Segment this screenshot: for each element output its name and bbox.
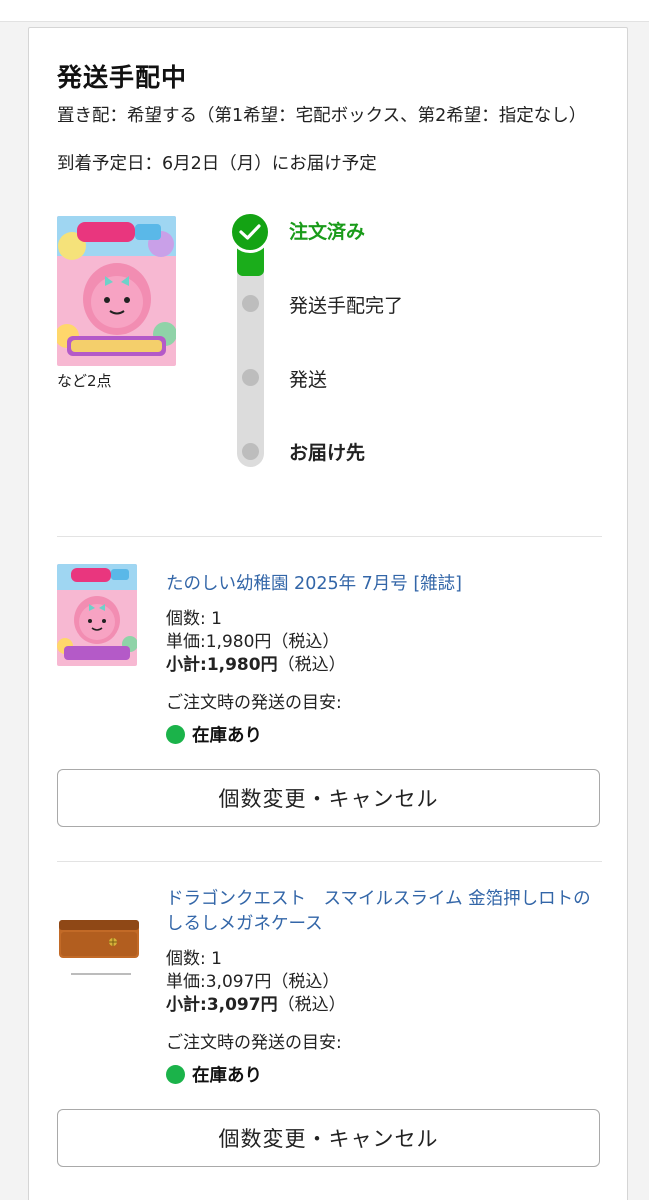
stock-status: 在庫あり <box>166 722 262 747</box>
step-dot-shipping-arranged <box>242 295 259 312</box>
divider <box>57 861 602 862</box>
item-unit-price: 単価:1,980円（税込） <box>166 632 340 652</box>
item-unit-price: 単価:3,097円（税込） <box>166 972 340 992</box>
check-icon <box>229 211 271 253</box>
okihai-info: 置き配：希望する（第1希望：宅配ボックス、第2希望：指定なし） <box>57 106 587 126</box>
order-card: 発送手配中 置き配：希望する（第1希望：宅配ボックス、第2希望：指定なし） 到着… <box>28 27 628 1200</box>
arrival-date: 到着予定日：6月2日（月）にお届け予定 <box>57 154 377 174</box>
item-subtotal: 小計:1,980円（税込） <box>166 655 346 675</box>
step-shipping-arranged: 発送手配完了 <box>289 295 404 317</box>
step-dot-delivered <box>242 443 259 460</box>
shipping-estimate-label: ご注文時の発送の目安: <box>166 693 342 713</box>
summary-product-image[interactable] <box>57 216 176 366</box>
change-qty-cancel-button[interactable]: 個数変更・キャンセル <box>57 769 600 827</box>
product-image-magazine[interactable] <box>57 564 137 666</box>
step-shipped: 発送 <box>289 369 328 391</box>
step-dot-shipped <box>242 369 259 386</box>
shipping-estimate-label: ご注文時の発送の目安: <box>166 1033 342 1053</box>
change-qty-cancel-button[interactable]: 個数変更・キャンセル <box>57 1109 600 1167</box>
product-image-glasses-case[interactable] <box>57 914 141 1004</box>
stock-status: 在庫あり <box>166 1062 262 1087</box>
step-ordered: 注文済み <box>289 221 366 243</box>
progress-track <box>237 229 264 467</box>
divider <box>57 536 602 537</box>
item-quantity: 個数: 1 <box>166 609 222 629</box>
product-name-link[interactable]: たのしい幼稚園 2025年 7月号 [雑誌] <box>166 572 606 597</box>
step-delivery-destination: お届け先 <box>289 442 366 464</box>
product-name-link[interactable]: ドラゴンクエスト スマイルスライム 金箔押しロトのしるしメガネケース <box>166 887 606 937</box>
items-count-caption: など2点 <box>57 372 112 390</box>
item-quantity: 個数: 1 <box>166 949 222 969</box>
in-stock-icon <box>166 725 185 744</box>
order-status-title: 発送手配中 <box>57 63 188 92</box>
top-bar <box>0 0 649 22</box>
item-subtotal: 小計:3,097円（税込） <box>166 995 346 1015</box>
in-stock-icon <box>166 1065 185 1084</box>
